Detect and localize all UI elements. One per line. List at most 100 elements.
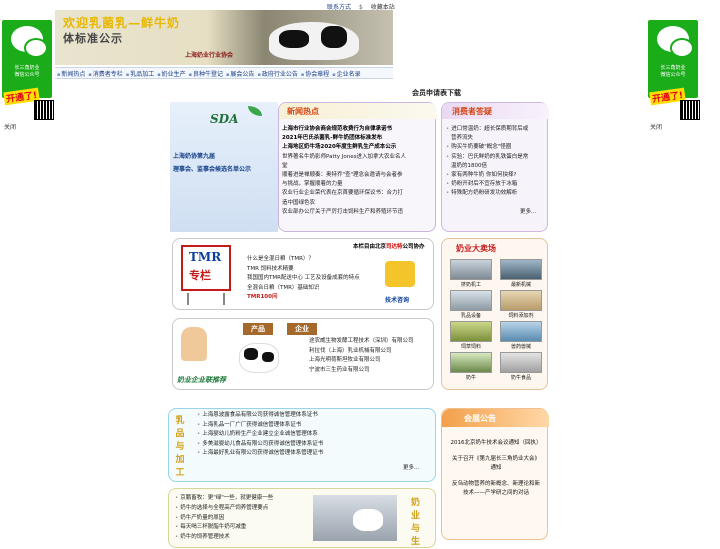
market-item[interactable]: 挤奶机工 (448, 259, 494, 288)
list-item[interactable]: 与挑战，掌握顺着的力量 (282, 180, 406, 189)
sign-stand-icon (187, 293, 225, 305)
tmr-sponsor-line: 本栏目由北京司达特公司协办 (353, 242, 425, 250)
tmr-sign[interactable]: TMR 专栏 (181, 245, 231, 291)
list-item[interactable]: 上海恩波露食品有限公司获得诚信管理体系证书 (197, 411, 323, 421)
list-item[interactable]: 途农威生物发酵工程技术（深圳）有限公司 (309, 337, 414, 347)
cow-image (269, 22, 359, 60)
list-item[interactable]: 上海婴幼儿奶粉生产企业建立企业诚信管理体系 (197, 430, 323, 440)
list-item[interactable]: 上海地区奶牛场2020年度生鲜乳生产成本公示 (282, 143, 406, 152)
main-nav: 新闻热点 消费者专栏 乳品加工 奶业生产 良种牛登记 展会公告 政府行业公告 协… (55, 67, 393, 79)
list-item[interactable]: 多美滋婴幼儿食品有限公司获得诚信管理体系证书 (197, 440, 323, 450)
member-application-link[interactable]: 会员申请表下载 (412, 88, 461, 98)
market-item[interactable]: 兽药兽械 (498, 321, 544, 350)
wechat-card[interactable]: 长三角奶业 微信公众号 (648, 20, 698, 98)
list-item[interactable]: 什么是全混日粮（TMR）？ (247, 255, 360, 265)
market-item[interactable]: 奶牛食品 (498, 352, 544, 381)
consumer-title: 消费者答疑 (452, 107, 492, 116)
nav-item-directory[interactable]: 企业名录 (332, 69, 361, 78)
list-item[interactable]: 农业行业企业荣代表在京首要循环保议书：合力打 (282, 189, 406, 198)
list-item[interactable]: 利拉伐（上海）乳业机械有限公司 (309, 347, 414, 357)
list-item[interactable]: 关于召开《第九届长三角奶业大会》通知 (450, 455, 542, 473)
tab-enterprises[interactable]: 企业 (287, 323, 317, 335)
market-item-label: 兽药兽械 (510, 344, 531, 350)
list-item[interactable]: 我国国内TMR配送中心 工艺及设备成套的特点 (247, 274, 360, 284)
banner-title-line2: 体标准公示 (63, 32, 123, 45)
list-item[interactable]: 上海光明荷斯坦牧业有限公司 (309, 356, 414, 366)
product-image (450, 352, 492, 373)
banner-org-name: 上海奶业行业协会 (185, 52, 234, 59)
nav-item-production[interactable]: 奶业生产 (157, 69, 186, 78)
market-item[interactable]: 乳品设备 (448, 290, 494, 319)
market-grid: 挤奶机工 最新机械 乳品设备 饲料添加剂 饲草饲料 兽药兽械 奶牛 奶牛食品 (448, 259, 544, 381)
list-item[interactable]: 每天喝三杯脱脂牛奶可减重 (175, 523, 273, 533)
list-item[interactable]: 2021年巴氏杀菌乳-鲜牛奶团体标准发布 (282, 134, 406, 143)
list-item[interactable]: 奶粉开封后不宜存放于冰箱 (446, 180, 528, 189)
list-item[interactable]: 上海乳品一厂广厂获得诚信管理体系证书 (197, 421, 323, 431)
list-item[interactable]: 温奶的1800倍 (446, 162, 528, 171)
list-item[interactable]: 营养流失 (446, 134, 528, 143)
left-wechat-ad[interactable]: 长三角奶业 微信公众号 开通了! 关闭 (2, 20, 54, 131)
market-item-label: 挤奶机工 (460, 282, 481, 288)
list-item[interactable]: 反刍动物营养的新概念、新理论和新技术——产学研之间的对话 (450, 480, 542, 498)
list-item[interactable]: 上海市行业协会商会规范收费行为自律承诺书 (282, 125, 406, 134)
nav-item-charter[interactable]: 协会章程 (301, 69, 329, 78)
header-banner: 欢迎乳菌乳—鲜牛奶 体标准公示 上海奶业行业协会 (55, 10, 393, 65)
list-item[interactable]: TMR100问 (247, 293, 360, 303)
list-item[interactable]: 造中国绿色农 (282, 199, 406, 208)
list-item[interactable]: 购买牛奶要破"概念"怪圈 (446, 143, 528, 152)
production-list: 京鹏畜牧：更"绿"一些，就更健康一些 奶牛的选择与全程高产饲养管理要点 奶牛产奶… (175, 494, 273, 543)
sda-promo[interactable]: SDA 上海奶协第九届 理事会、监事会候选名单公示 (170, 102, 278, 232)
list-item[interactable]: 特殊配方奶粉研发功效解析 (446, 189, 528, 198)
nav-item-news[interactable]: 新闻热点 (57, 69, 85, 78)
wechat-ad-text: 长三角奶业 微信公众号 (14, 65, 40, 78)
list-item[interactable]: 奶牛产奶量的原因 (175, 514, 273, 524)
processing-more-link[interactable]: 更多... (403, 463, 419, 471)
list-item[interactable]: 京鹏畜牧：更"绿"一些，就更健康一些 (175, 494, 273, 504)
cow-image (239, 343, 279, 373)
production-panel: 京鹏畜牧：更"绿"一些，就更健康一些 奶牛的选择与全程高产饲养管理要点 奶牛产奶… (168, 488, 436, 548)
market-item-label: 乳品设备 (460, 313, 481, 319)
promo-line: 上海奶协第九届 (173, 153, 216, 160)
list-item[interactable]: 上海最好乳业有限公司获得诚信管理体系管理证书 (197, 449, 323, 459)
nav-item-processing[interactable]: 乳品加工 (126, 69, 154, 78)
list-item[interactable]: 奶牛的饲养管理技术 (175, 533, 273, 543)
nav-item-government[interactable]: 政府行业公告 (257, 69, 298, 78)
market-item[interactable]: 饲料添加剂 (498, 290, 544, 319)
processing-list: 上海恩波露食品有限公司获得诚信管理体系证书 上海乳品一厂广厂获得诚信管理体系证书… (197, 411, 323, 459)
tab-products[interactable]: 产品 (243, 323, 273, 335)
list-item[interactable]: 奶牛的选择与全程高产饲养管理要点 (175, 504, 273, 514)
list-item[interactable]: 宁波市三生药业有限公司 (309, 366, 414, 376)
qr-code-icon (34, 100, 54, 120)
list-item[interactable]: 堂 (282, 162, 406, 171)
market-item[interactable]: 最新机械 (498, 259, 544, 288)
market-item[interactable]: 饲草饲料 (448, 321, 494, 350)
thumbs-up-icon (181, 327, 207, 361)
enterprise-side-label: 奶业企业联推荐 (177, 376, 226, 384)
tmr-list: 什么是全混日粮（TMR）？ TMR 饲料技术精要 我国国内TMR配送中心 工艺及… (247, 255, 360, 303)
tech-consult-link[interactable]: 技术咨询 (385, 295, 409, 304)
list-item[interactable]: 实验：巴氏鲜奶的乳铁蛋白是常 (446, 153, 528, 162)
wechat-card[interactable]: 长三角奶业 微信公众号 (2, 20, 52, 98)
list-item[interactable]: 农业部办公厅关于严厉打击饲料生产和养殖环节违 (282, 208, 406, 217)
cow-barn-image (313, 495, 397, 541)
list-item[interactable]: 全混合日粮（TMR）基础知识 (247, 284, 360, 294)
right-ad-close-button[interactable]: 关闭 (650, 122, 662, 131)
sponsor-name: 司达特 (386, 244, 403, 250)
nav-item-breeding[interactable]: 良种牛登记 (189, 69, 223, 78)
qr-code-icon (680, 100, 700, 120)
right-wechat-ad[interactable]: 长三角奶业 微信公众号 开通了! 关闭 (648, 20, 700, 131)
list-item[interactable]: 顺着进是禅顺奏：奥特乔"查"理念会邀请与会者参 (282, 171, 406, 180)
list-item[interactable]: TMR 饲料技术精要 (247, 265, 360, 275)
processing-side-label: 乳品与加工 (175, 416, 185, 478)
list-item[interactable]: 进口常温奶：超长保质期背后或 (446, 125, 528, 134)
promo-text: 上海奶协第九届 理事会、监事会候选名单公示 (173, 150, 251, 176)
consumer-more-link[interactable]: 更多... (520, 207, 536, 215)
nav-item-exhibition[interactable]: 展会公告 (226, 69, 254, 78)
market-item[interactable]: 奶牛 (448, 352, 494, 381)
nav-item-consumer[interactable]: 消费者专栏 (88, 69, 123, 78)
left-ad-close-button[interactable]: 关闭 (4, 122, 16, 131)
list-item[interactable]: 世界著名牛奶影师Patty Jones进入加拿大农业名人 (282, 153, 406, 162)
list-item[interactable]: 2016北京奶牛技术会议通知（回执） (450, 439, 542, 448)
list-item[interactable]: 家有两种牛奶 你如何抉择? (446, 171, 528, 180)
tmr-sign-title: TMR (189, 250, 222, 264)
